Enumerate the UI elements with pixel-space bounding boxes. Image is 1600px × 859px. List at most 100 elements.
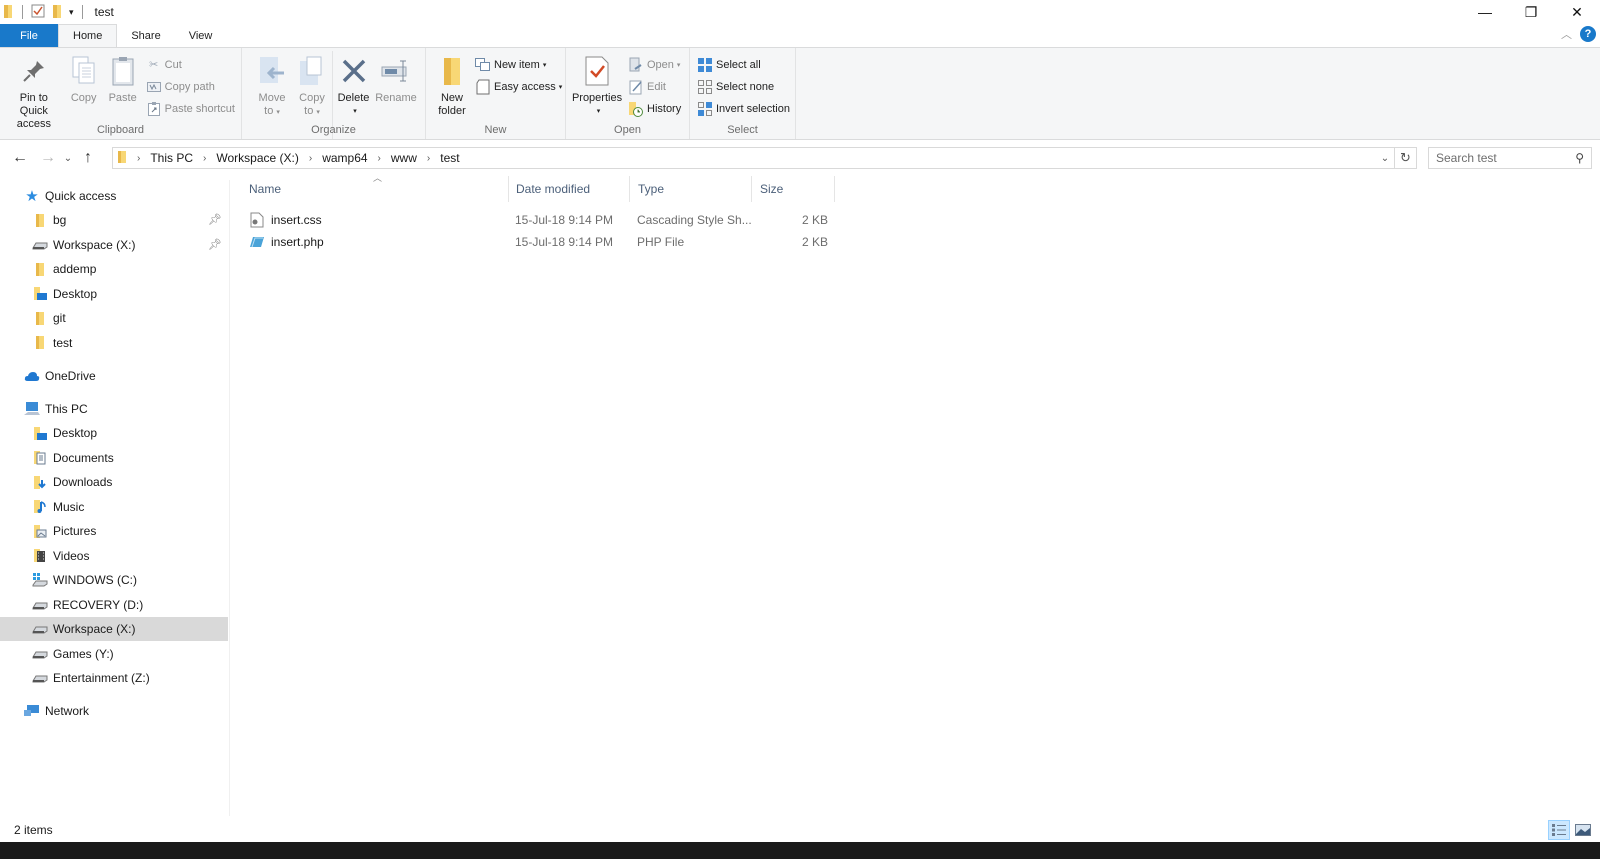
address-dropdown-icon[interactable]: ⌄ xyxy=(1376,148,1394,168)
nav-quick-access-item[interactable]: Desktop xyxy=(0,282,228,306)
chevron-right-icon[interactable]: › xyxy=(378,153,381,164)
tab-share[interactable]: Share xyxy=(117,24,174,47)
nav-item-label: Desktop xyxy=(53,286,98,301)
folder-icon xyxy=(117,150,127,167)
title-bar: ▾ test — ❐ ✕ xyxy=(0,0,1600,24)
navigation-pane: ★ Quick access bg 📌︎ Workspace (X:) 📌︎ addem… xyxy=(0,180,230,816)
select-none-button[interactable]: Select none xyxy=(694,77,793,96)
nav-quick-access[interactable]: ★ Quick access xyxy=(0,184,228,208)
nav-this-pc-item[interactable]: Downloads xyxy=(0,470,228,494)
new-group: New folder New item ▾ Easy access ▾ New xyxy=(426,48,566,139)
cut-button[interactable]: ✂ Cut xyxy=(143,55,238,74)
details-view-button[interactable] xyxy=(1548,820,1570,840)
paste-shortcut-icon xyxy=(146,101,162,117)
chevron-right-icon[interactable]: › xyxy=(203,153,206,164)
search-input[interactable] xyxy=(1436,151,1566,165)
open-button[interactable]: Open ▾ xyxy=(625,55,684,74)
nav-this-pc-item[interactable]: RECOVERY (D:) xyxy=(0,593,228,617)
maximize-button[interactable]: ❐ xyxy=(1508,0,1554,24)
nav-onedrive[interactable]: OneDrive xyxy=(0,364,228,388)
collapse-ribbon-icon[interactable]: ︿ xyxy=(1561,26,1572,42)
minimize-button[interactable]: — xyxy=(1462,0,1508,24)
properties-dropdown-icon[interactable]: ▾ xyxy=(597,105,601,118)
file-type-cell: PHP File xyxy=(637,235,685,249)
breadcrumb-www[interactable]: www xyxy=(391,151,417,165)
address-bar[interactable]: › This PC › Workspace (X:) › wamp64 › ww… xyxy=(112,147,1417,169)
select-all-button[interactable]: Select all xyxy=(694,55,793,74)
forward-button[interactable]: → xyxy=(36,146,60,170)
file-row[interactable]: insert.php 15-Jul-18 9:14 PM PHP File 2 KB xyxy=(240,231,840,253)
drive-icon xyxy=(32,237,48,253)
delete-dropdown-icon[interactable]: ▾ xyxy=(353,105,357,118)
edit-button[interactable]: Edit xyxy=(625,77,684,96)
nav-this-pc[interactable]: This PC xyxy=(0,397,228,421)
up-button[interactable]: ↑ xyxy=(76,146,100,170)
nav-item-label: Documents xyxy=(53,450,114,465)
search-icon[interactable]: ⚲ xyxy=(1575,151,1584,165)
nav-this-pc-item[interactable]: Workspace (X:) xyxy=(0,617,228,641)
nav-quick-access-item[interactable]: git xyxy=(0,306,228,330)
easy-access-icon xyxy=(475,79,491,95)
refresh-icon[interactable]: ↻ xyxy=(1394,148,1416,168)
nav-this-pc-item[interactable]: Pictures xyxy=(0,519,228,543)
file-name-cell[interactable]: insert.php xyxy=(249,231,324,253)
nav-this-pc-item[interactable]: Music xyxy=(0,495,228,519)
chevron-right-icon[interactable]: › xyxy=(309,153,312,164)
nav-network[interactable]: Network xyxy=(0,699,228,723)
large-icons-view-button[interactable] xyxy=(1572,820,1594,840)
breadcrumb-wamp64[interactable]: wamp64 xyxy=(322,151,367,165)
invert-selection-icon xyxy=(697,101,713,117)
pin-icon[interactable]: 📌︎ xyxy=(208,238,222,251)
edit-icon xyxy=(628,79,644,95)
file-row[interactable]: insert.css 15-Jul-18 9:14 PM Cascading Sty… xyxy=(240,209,840,231)
folder-icon xyxy=(32,310,48,326)
search-box[interactable]: ⚲ xyxy=(1428,147,1592,169)
new-item-button[interactable]: New item ▾ xyxy=(472,55,565,74)
copy-icon xyxy=(67,53,101,89)
breadcrumb-test[interactable]: test xyxy=(440,151,459,165)
file-date-cell: 15-Jul-18 9:14 PM xyxy=(515,235,614,249)
pin-icon[interactable]: 📌︎ xyxy=(208,213,222,226)
new-folder-qat-icon[interactable] xyxy=(51,3,63,22)
recent-locations-dropdown[interactable]: ⌄ xyxy=(60,146,76,170)
close-button[interactable]: ✕ xyxy=(1554,0,1600,24)
column-header-name[interactable]: Name xyxy=(240,176,509,202)
breadcrumb-this-pc[interactable]: This PC xyxy=(150,151,193,165)
paste-icon xyxy=(106,53,140,89)
nav-quick-access-item[interactable]: test xyxy=(0,331,228,355)
file-name-cell[interactable]: insert.css xyxy=(249,209,322,231)
back-button[interactable]: ← xyxy=(8,146,32,170)
breadcrumb-workspace[interactable]: Workspace (X:) xyxy=(216,151,298,165)
column-header-date-modified[interactable]: Date modified xyxy=(507,176,630,202)
nav-this-pc-item[interactable]: Desktop xyxy=(0,421,228,445)
tab-view[interactable]: View xyxy=(175,24,227,47)
properties-qat-icon[interactable] xyxy=(31,4,45,21)
column-header-size[interactable]: Size xyxy=(751,176,835,202)
desktop-folder-icon xyxy=(32,286,48,302)
nav-quick-access-item[interactable]: addemp xyxy=(0,257,228,281)
tab-home[interactable]: Home xyxy=(58,24,118,47)
nav-this-pc-item[interactable]: Games (Y:) xyxy=(0,642,228,666)
tab-file[interactable]: File xyxy=(0,24,58,47)
desktop-folder-icon xyxy=(32,425,48,441)
history-button[interactable]: History xyxy=(625,99,684,118)
nav-quick-access-item[interactable]: bg 📌︎ xyxy=(0,208,228,232)
group-label-clipboard: Clipboard xyxy=(96,124,145,136)
help-icon[interactable]: ? xyxy=(1580,26,1596,42)
nav-this-pc-item[interactable]: WINDOWS (C:) xyxy=(0,568,228,592)
nav-quick-access-item[interactable]: Workspace (X:) 📌︎ xyxy=(0,233,228,257)
windows-drive-icon xyxy=(32,572,48,588)
nav-this-pc-item[interactable]: Entertainment (Z:) xyxy=(0,666,228,690)
nav-this-pc-item[interactable]: Videos xyxy=(0,544,228,568)
column-header-type[interactable]: Type xyxy=(629,176,752,202)
item-count: 2 items xyxy=(14,823,53,837)
chevron-right-icon[interactable]: › xyxy=(137,153,140,164)
customize-qat-dropdown-icon[interactable]: ▾ xyxy=(69,7,74,18)
nav-item-label: RECOVERY (D:) xyxy=(53,597,144,612)
easy-access-button[interactable]: Easy access ▾ xyxy=(472,77,565,96)
invert-selection-button[interactable]: Invert selection xyxy=(694,99,793,118)
copy-path-button[interactable]: Copy path xyxy=(143,77,238,96)
chevron-right-icon[interactable]: › xyxy=(427,153,430,164)
paste-shortcut-button[interactable]: Paste shortcut xyxy=(143,99,238,118)
nav-this-pc-item[interactable]: Documents xyxy=(0,446,228,470)
